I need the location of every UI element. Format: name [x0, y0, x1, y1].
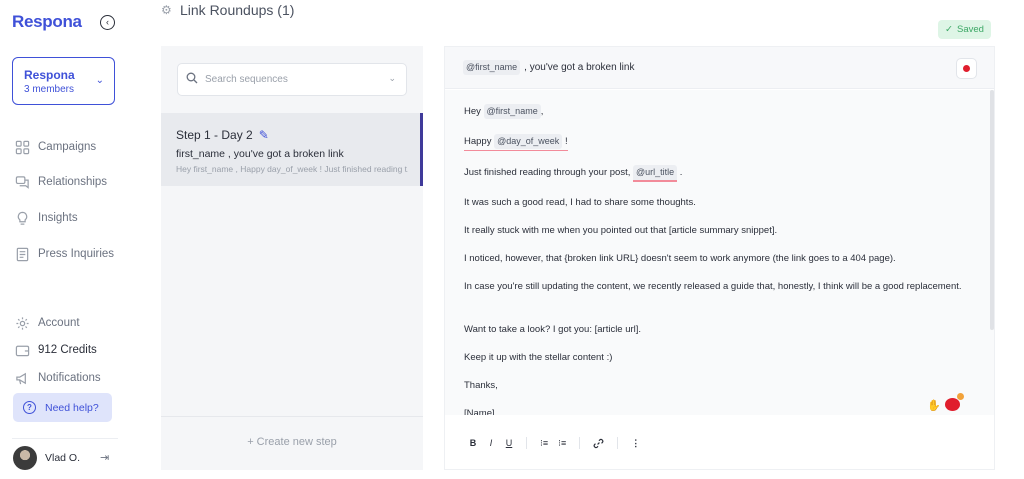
underline-button[interactable]: U: [505, 438, 513, 448]
record-icon: [963, 65, 970, 72]
body-line: Want to take a look? I got you: [article…: [464, 324, 642, 335]
toolbar-divider: [617, 437, 619, 449]
body-text: .: [679, 167, 683, 178]
body-line: It was such a good read, I had to share …: [464, 197, 696, 208]
bullet-list-button[interactable]: ⁝≡: [558, 438, 566, 449]
saved-status-badge: ✓ Saved: [938, 20, 991, 39]
variable-chip[interactable]: @url_title: [633, 165, 678, 182]
step-subject: first_name , you've got a broken link: [176, 148, 344, 160]
user-name: Vlad O.: [45, 452, 81, 464]
wave-icon: ✋: [927, 400, 941, 412]
bold-button[interactable]: B: [469, 438, 477, 448]
step-title-row: Step 1 - Day 2 ✎: [176, 128, 420, 142]
variable-chip[interactable]: @day_of_week: [494, 134, 563, 149]
body-line: It really stuck with me when you pointed…: [464, 225, 778, 236]
sequence-panel: ⌄ Step 1 - Day 2 ✎ first_name , you've g…: [161, 46, 423, 470]
variable-chip[interactable]: @first_name: [463, 60, 521, 75]
sidebar-item-label: Relationships: [38, 176, 108, 188]
chevron-down-icon: ⌄: [95, 75, 104, 86]
grammar-checker-icon[interactable]: [945, 398, 960, 411]
sidebar-item-label: 912 Credits: [38, 344, 97, 356]
sidebar-item-account[interactable]: Account: [14, 315, 80, 331]
settings-gear-icon[interactable]: ⚙: [161, 3, 172, 17]
search-input[interactable]: [205, 74, 385, 85]
sidebar-item-campaigns[interactable]: Campaigns: [14, 139, 96, 155]
logout-icon[interactable]: ⇥: [100, 451, 109, 464]
email-body[interactable]: Hey @first_name, Happy @day_of_week ! Ju…: [445, 90, 994, 415]
toolbar-divider: [526, 437, 527, 449]
page-title: Link Roundups (1): [180, 2, 295, 18]
step-card[interactable]: Step 1 - Day 2 ✎ first_name , you've got…: [161, 113, 423, 186]
step-title: Step 1 - Day 2: [176, 128, 253, 142]
sidebar-item-relationships[interactable]: Relationships: [14, 174, 107, 190]
lightbulb-icon: [14, 210, 30, 226]
email-editor: @first_name , you've got a broken link H…: [444, 46, 995, 470]
sidebar-item-label: Campaigns: [38, 141, 97, 153]
saved-label: Saved: [957, 24, 984, 35]
more-options-button[interactable]: ⋮: [631, 438, 640, 449]
italic-button[interactable]: I: [487, 438, 495, 448]
toolbar-divider: [579, 437, 581, 449]
need-help-button[interactable]: ? Need help?: [13, 393, 112, 422]
body-line: In case you're still updating the conten…: [464, 281, 962, 292]
edit-pencil-icon[interactable]: ✎: [259, 128, 269, 142]
create-new-step-button[interactable]: + Create new step: [161, 436, 423, 448]
chevron-left-icon: ‹: [106, 17, 109, 27]
body-text: Hey: [464, 106, 481, 117]
megaphone-icon: [14, 370, 30, 386]
gear-icon: [14, 315, 30, 331]
sidebar-item-notifications[interactable]: Notifications: [14, 370, 101, 386]
divider: [161, 416, 423, 417]
sidebar-item-insights[interactable]: Insights: [14, 210, 78, 226]
ordered-list-button[interactable]: ⁝≡: [540, 438, 548, 449]
notification-badge: [957, 393, 964, 400]
sidebar-item-label: Press Inquiries: [38, 248, 115, 260]
body-line: Just finished reading through your post,…: [464, 165, 974, 182]
body-line: Hey @first_name,: [464, 104, 974, 119]
body-line: Happy @day_of_week !: [464, 134, 568, 151]
check-icon: ✓: [945, 24, 954, 35]
subject-line[interactable]: @first_name , you've got a broken link: [445, 47, 994, 89]
sidebar-divider: [12, 438, 118, 439]
body-text: Happy: [464, 136, 492, 147]
sidebar: Respona ‹ Respona 3 members ⌄ Campaigns …: [0, 0, 130, 479]
body-text: ,: [540, 106, 544, 117]
question-icon: ?: [23, 401, 36, 414]
sidebar-item-press-inquiries[interactable]: Press Inquiries: [14, 246, 114, 262]
step-preview: Hey first_name , Happy day_of_week ! Jus…: [176, 164, 408, 174]
app-logo[interactable]: Respona: [12, 12, 82, 32]
link-button[interactable]: [593, 438, 604, 449]
sequence-search[interactable]: ⌄: [177, 63, 407, 96]
record-video-button[interactable]: [956, 58, 977, 79]
sidebar-item-credits[interactable]: 912 Credits: [14, 342, 97, 358]
formatting-toolbar: B I U ⁝≡ ⁝≡ ⋮: [445, 423, 994, 463]
avatar: [13, 446, 37, 470]
body-line: I noticed, however, that {broken link UR…: [464, 253, 896, 264]
variable-chip[interactable]: @first_name: [483, 104, 541, 119]
user-profile[interactable]: Vlad O.: [13, 446, 80, 470]
chevron-down-icon: ⌄: [388, 73, 396, 83]
wallet-icon: [14, 342, 30, 358]
workspace-selector[interactable]: Respona 3 members ⌄: [12, 57, 115, 105]
body-line: Keep it up with the stellar content :): [464, 352, 613, 363]
body-text: !: [564, 136, 568, 147]
sidebar-item-label: Notifications: [38, 372, 101, 384]
body-text: Just finished reading through your post,: [464, 167, 631, 178]
collapse-sidebar-button[interactable]: ‹: [100, 15, 115, 30]
app-root: Respona ‹ Respona 3 members ⌄ Campaigns …: [0, 0, 1024, 479]
document-icon: [14, 246, 30, 262]
sidebar-item-label: Insights: [38, 212, 78, 224]
chat-icon: [14, 174, 30, 190]
subject-text: , you've got a broken link: [524, 62, 635, 73]
scrollbar[interactable]: [990, 90, 994, 330]
body-line: [Name]: [464, 408, 495, 415]
search-icon: [186, 71, 198, 89]
grid-icon: [14, 139, 30, 155]
sidebar-item-label: Account: [38, 317, 80, 329]
need-help-label: Need help?: [45, 401, 99, 414]
link-icon: [593, 438, 604, 448]
body-line: Thanks,: [464, 380, 498, 391]
